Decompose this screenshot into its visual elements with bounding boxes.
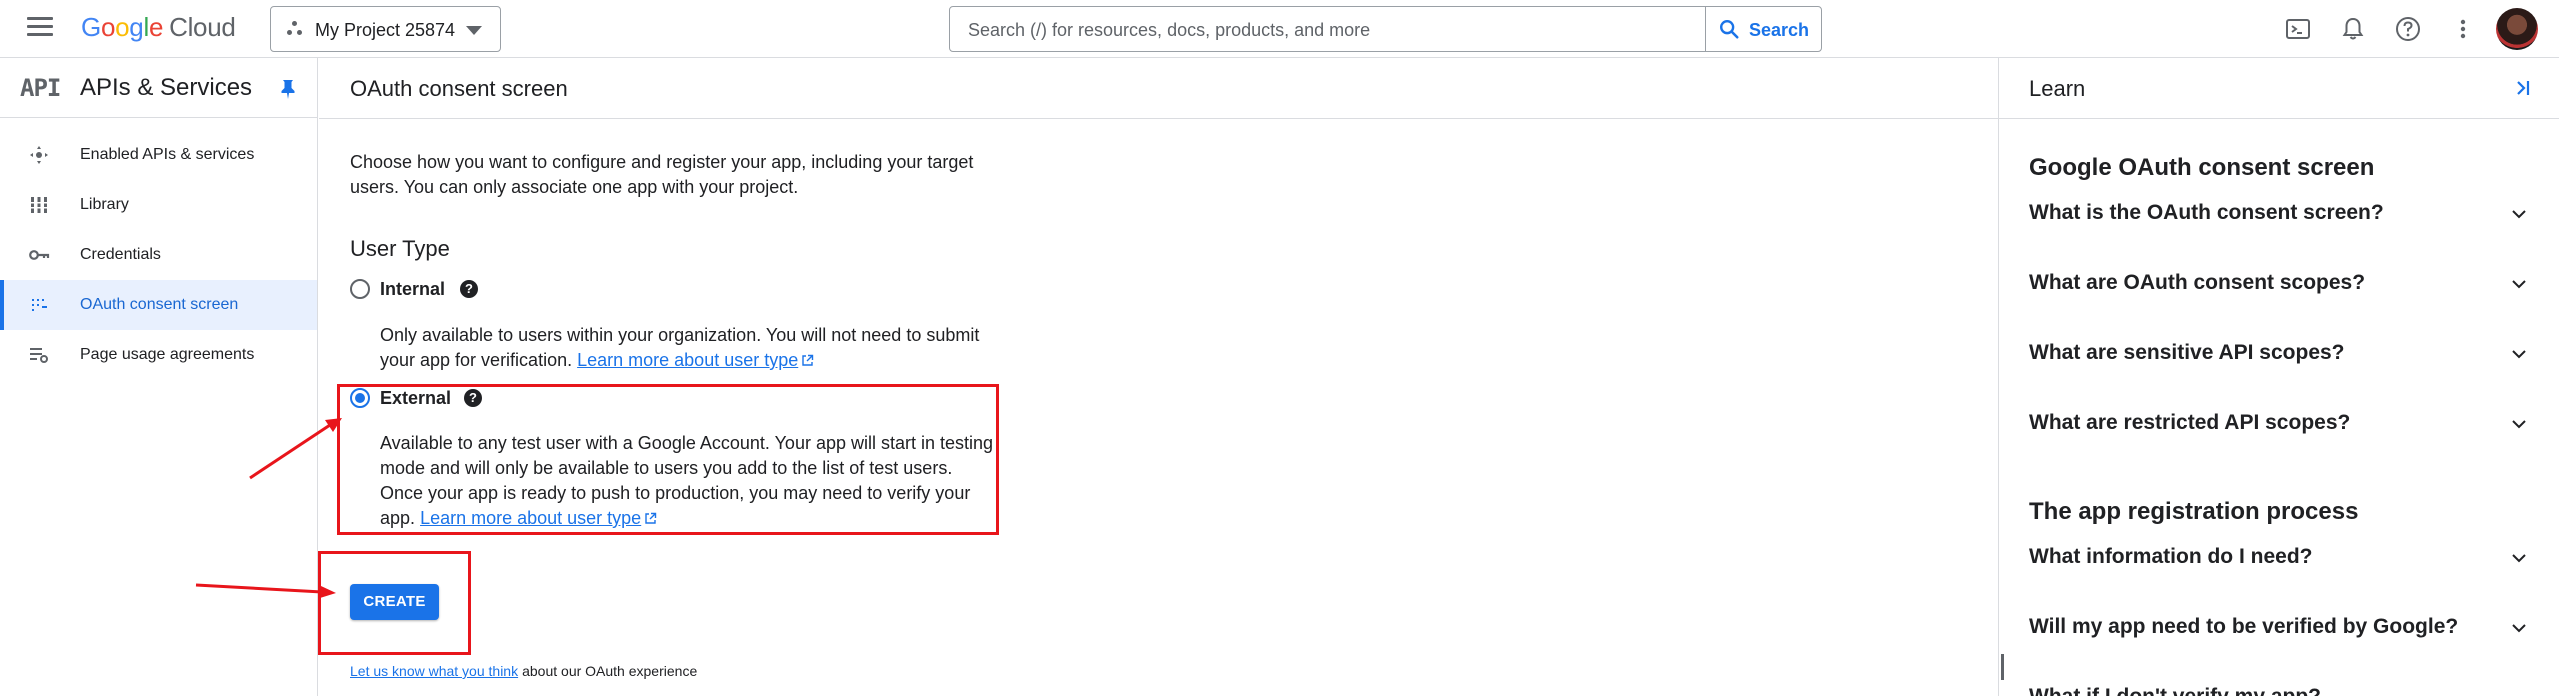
project-name: My Project 25874 [315,20,456,40]
sidebar-item-label: Library [80,196,129,213]
help-icon[interactable] [2393,14,2423,44]
learn-section-title: Google OAuth consent screen [2029,154,2375,181]
sidebar-item-label: OAuth consent screen [80,296,239,313]
chevron-down-icon [2512,624,2526,633]
left-sidebar: API APIs & Services Enabled APIs & servi… [0,58,318,696]
faq-item[interactable]: What are OAuth consent scopes? [2029,265,2529,301]
sidebar-header: API APIs & Services [0,58,318,118]
top-bar: Google Cloud My Project 25874 Search [0,0,2559,58]
settings-list-icon [30,348,48,363]
main-header: OAuth consent screen [319,58,1998,119]
logo-google-text: Google [81,12,164,42]
external-link-icon [802,354,814,366]
sidebar-item-oauth-consent-screen[interactable]: OAuth consent screen [0,280,317,330]
external-radio[interactable] [350,388,370,408]
external-link-icon [645,512,657,524]
search-button-label: Search [1749,20,1810,40]
feedback-note: Let us know what you think about our OAut… [350,663,697,679]
faq-item[interactable]: What are restricted API scopes? [2029,405,2529,441]
faq-item[interactable]: What information do I need? [2029,539,2529,575]
faq-question: What are OAuth consent scopes? [2029,271,2366,294]
google-cloud-logo[interactable]: Google Cloud [81,12,236,43]
faq-item[interactable]: What are sensitive API scopes? [2029,335,2529,371]
external-learn-more-text: Learn more about user type [420,508,642,528]
sidebar-item-label: Credentials [80,246,161,263]
chevron-down-icon [2512,210,2526,219]
external-description: Available to any test user with a Google… [380,431,1000,531]
chevron-down-icon [466,26,482,35]
search-button[interactable]: Search [1705,7,1821,51]
notifications-bell-icon[interactable] [2338,14,2368,44]
chevron-down-icon [2512,554,2526,563]
sidebar-item-page-usage-agreements[interactable]: Page usage agreements [0,330,317,380]
chevron-down-icon [2512,280,2526,289]
project-picker[interactable]: My Project 25874 [270,6,501,52]
internal-learn-more-text: Learn more about user type [577,350,799,370]
sidebar-item-label: Page usage agreements [80,346,255,363]
faq-question: What are restricted API scopes? [2029,411,2351,434]
learn-title: Learn [2029,76,2086,101]
collapse-panel-icon[interactable] [2513,78,2533,98]
sidebar-item-credentials[interactable]: Credentials [0,230,317,280]
api-logo-icon: API [20,74,61,102]
sidebar-item-library[interactable]: Library [0,180,317,230]
cloud-shell-icon[interactable] [2283,14,2313,44]
hub-icon [30,146,48,164]
library-icon [30,197,48,213]
faq-item[interactable]: What is the OAuth consent screen? [2029,195,2529,231]
main-menu-icon[interactable] [27,17,53,41]
external-learn-more-link[interactable]: Learn more about user type [420,508,657,528]
pin-icon[interactable] [279,78,297,100]
learn-panel: Learn Google OAuth consent screen What i… [1998,58,2559,696]
sidebar-item-label: Enabled APIs & services [80,146,255,163]
more-vert-icon[interactable] [2448,14,2478,44]
feedback-link[interactable]: Let us know what you think [350,663,518,679]
logo-cloud-text: Cloud [169,12,236,42]
key-icon [29,250,50,260]
intro-text: Choose how you want to configure and reg… [350,152,974,197]
internal-radio[interactable] [350,279,370,299]
annotation-arrowhead-create [320,586,336,598]
learn-section-title: The app registration process [2029,498,2359,525]
faq-question: What if I don't verify my app? [2029,685,2321,696]
learn-header: Learn [1999,58,2559,119]
project-hub-icon [287,21,303,37]
user-type-heading: User Type [350,236,450,261]
feedback-text: about our OAuth experience [522,663,698,679]
faq-question: Will my app need to be verified by Googl… [2029,615,2459,638]
faq-question: What are sensitive API scopes? [2029,341,2345,364]
faq-question: What is the OAuth consent screen? [2029,201,2384,224]
internal-help-icon[interactable]: ? [460,280,478,298]
consent-icon [32,299,47,311]
faq-item[interactable]: What if I don't verify my app? [2029,679,2529,696]
chevron-down-icon [2512,420,2526,429]
faq-question: What information do I need? [2029,545,2313,568]
annotation-arrowhead-external [325,418,342,432]
sidebar-item-enabled-apis[interactable]: Enabled APIs & services [0,130,317,180]
internal-description: Only available to users within your orga… [380,323,1000,373]
internal-label[interactable]: Internal [380,279,445,300]
panel-resize-handle[interactable] [2001,654,2004,680]
search-input[interactable] [968,18,1648,42]
external-help-icon[interactable]: ? [464,389,482,407]
faq-item[interactable]: Will my app need to be verified by Googl… [2029,609,2529,645]
search-icon [1720,20,1739,39]
internal-learn-more-link[interactable]: Learn more about user type [577,350,814,370]
create-button[interactable]: CREATE [350,584,439,620]
sidebar-title: APIs & Services [80,74,253,101]
page-title: OAuth consent screen [350,76,568,101]
search-bar[interactable]: Search [949,6,1822,52]
account-avatar[interactable] [2496,8,2538,50]
chevron-down-icon [2512,350,2526,359]
external-label[interactable]: External [380,388,451,409]
